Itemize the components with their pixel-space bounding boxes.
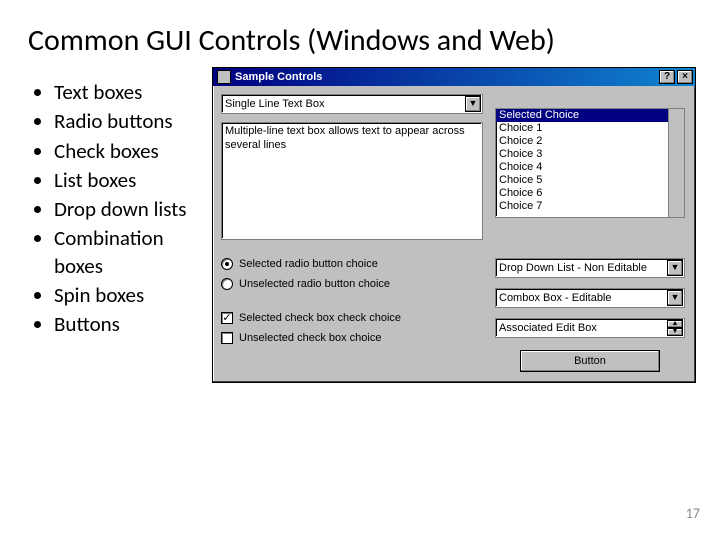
single-line-dropdown-icon[interactable]: ▼ (465, 96, 481, 112)
combobox-value: Combox Box - Editable (499, 292, 612, 304)
bullet-item: Text boxes (54, 79, 212, 106)
listbox-scrollbar[interactable] (668, 109, 684, 217)
bullet-item: Drop down lists (54, 196, 212, 223)
listbox-item[interactable]: Choice 5 (496, 174, 684, 187)
spin-down-icon[interactable]: ▼ (667, 328, 683, 336)
checkbox-unselected-label: Unselected check box choice (239, 332, 381, 344)
listbox[interactable]: Selected ChoiceChoice 1Choice 2Choice 3C… (495, 108, 685, 218)
radio-selected-label: Selected radio button choice (239, 258, 378, 270)
app-icon (217, 70, 231, 84)
bullet-item: List boxes (54, 167, 212, 194)
slide-title: Common GUI Controls (Windows and Web) (0, 0, 720, 67)
multiline-textbox[interactable]: Multiple-line text box allows text to ap… (221, 122, 483, 240)
multiline-value: Multiple-line text box allows text to ap… (225, 125, 465, 151)
window-title: Sample Controls (235, 71, 322, 83)
bullet-item: Combination boxes (54, 225, 212, 280)
dropdown-value: Drop Down List - Non Editable (499, 262, 647, 274)
radio-selected-icon[interactable] (221, 258, 233, 270)
bullet-item: Check boxes (54, 138, 212, 165)
titlebar[interactable]: Sample Controls ? × (213, 68, 695, 86)
spinbox[interactable]: Associated Edit Box ▲ ▼ (495, 318, 685, 338)
bullet-item: Spin boxes (54, 282, 212, 309)
radio-unselected-row[interactable]: Unselected radio button choice (221, 274, 483, 294)
combobox-editable[interactable]: Combox Box - Editable ▼ (495, 288, 685, 308)
page-number: 17 (686, 505, 700, 522)
combobox-arrow-icon[interactable]: ▼ (667, 290, 683, 306)
listbox-item[interactable]: Choice 2 (496, 135, 684, 148)
listbox-item[interactable]: Choice 6 (496, 187, 684, 200)
sample-controls-window: Sample Controls ? × Single Line Text Box… (212, 67, 696, 383)
single-line-textbox[interactable]: Single Line Text Box ▼ (221, 94, 483, 114)
main-button-label: Button (574, 355, 606, 367)
dropdown-noneditable[interactable]: Drop Down List - Non Editable ▼ (495, 258, 685, 278)
bullet-item: Radio buttons (54, 108, 212, 135)
listbox-item[interactable]: Choice 3 (496, 148, 684, 161)
bullet-item: Buttons (54, 311, 212, 338)
single-line-value: Single Line Text Box (225, 98, 324, 110)
bullet-list: Text boxesRadio buttons Check boxesList b… (32, 67, 212, 341)
listbox-item[interactable]: Choice 1 (496, 122, 684, 135)
listbox-item[interactable]: Choice 4 (496, 161, 684, 174)
close-button[interactable]: × (677, 70, 693, 84)
radio-unselected-label: Unselected radio button choice (239, 278, 390, 290)
radio-unselected-icon[interactable] (221, 278, 233, 290)
listbox-item[interactable]: Choice 7 (496, 200, 684, 213)
spinbox-value: Associated Edit Box (499, 322, 597, 334)
listbox-item[interactable]: Selected Choice (496, 109, 684, 122)
spin-up-icon[interactable]: ▲ (667, 320, 683, 328)
dropdown-arrow-icon[interactable]: ▼ (667, 260, 683, 276)
checkbox-unselected-row[interactable]: Unselected check box choice (221, 328, 483, 348)
help-button[interactable]: ? (659, 70, 675, 84)
checkbox-selected-icon[interactable]: ✓ (221, 312, 233, 324)
checkbox-selected-row[interactable]: ✓ Selected check box check choice (221, 308, 483, 328)
checkbox-selected-label: Selected check box check choice (239, 312, 401, 324)
checkbox-unselected-icon[interactable] (221, 332, 233, 344)
main-button[interactable]: Button (520, 350, 660, 372)
radio-selected-row[interactable]: Selected radio button choice (221, 254, 483, 274)
